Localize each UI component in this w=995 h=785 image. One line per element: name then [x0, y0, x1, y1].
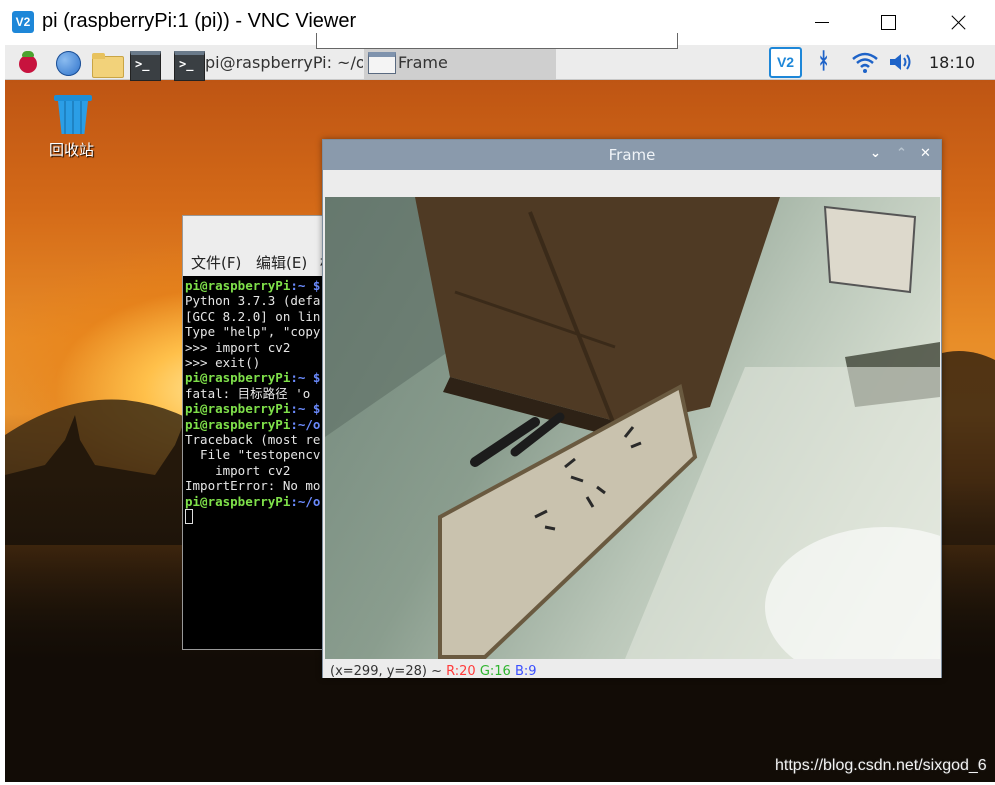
- terminal-line: >>> exit(): [185, 355, 341, 370]
- taskbar: >_ >_ pi@raspberryPi: ~/o... Frame V2 ᚼ …: [5, 45, 995, 81]
- cursor-coords: (x=299, y=28) ~: [330, 664, 442, 678]
- line-text: Type "help", "copy: [185, 324, 321, 340]
- frame-close-button[interactable]: ✕: [920, 146, 931, 161]
- frame-minimize-button[interactable]: ⌄: [870, 146, 881, 161]
- terminal-line: pi@raspberryPi:~ $: [185, 278, 341, 293]
- line-text: ImportError: No mo: [185, 478, 321, 494]
- terminal-icon: >_: [173, 48, 205, 81]
- prompt-user: pi@raspberryPi: [185, 370, 291, 386]
- line-text: Traceback (most re: [185, 432, 321, 448]
- line-text: >>> import cv2: [185, 339, 291, 355]
- frame-maximize-button[interactable]: ⌃: [896, 146, 907, 161]
- cursor-line: [185, 509, 341, 525]
- terminal-line: pi@raspberryPi:~/o: [185, 494, 341, 509]
- prompt-path: :~ $: [290, 370, 321, 386]
- menu-file[interactable]: 文件(F): [191, 252, 241, 273]
- vnc-tray-icon[interactable]: V2: [769, 47, 802, 78]
- terminal-icon[interactable]: >_: [129, 48, 161, 81]
- line-text: [GCC 8.2.0] on lin: [185, 308, 321, 324]
- trash-label[interactable]: 回收站: [49, 139, 94, 160]
- terminal-prompt-glyph: >_: [135, 57, 150, 71]
- web-browser-icon[interactable]: [53, 48, 83, 78]
- volume-icon[interactable]: [887, 50, 915, 74]
- menu-edit[interactable]: 编辑(E): [256, 252, 307, 273]
- raspberry-menu-icon[interactable]: [13, 48, 43, 78]
- terminal-line: Traceback (most re: [185, 432, 341, 447]
- terminal-line: pi@raspberryPi:~ $: [185, 370, 341, 385]
- prompt-path: :~/o: [290, 416, 321, 432]
- watermark: https://blog.csdn.net/sixgod_6: [775, 757, 987, 774]
- taskbar-item-label: pi@raspberryPi: ~/o...: [205, 53, 363, 72]
- terminal-line: Type "help", "copy: [185, 324, 341, 339]
- vnc-toolbar-popup: [316, 33, 678, 49]
- terminal-line: fatal: 目标路径 'o: [185, 386, 341, 401]
- taskbar-item-label: Frame: [398, 53, 448, 72]
- terminal-line: ImportError: No mo: [185, 478, 341, 493]
- camera-scene: [325, 197, 940, 659]
- frame-title: Frame: [608, 146, 656, 164]
- line-text: Python 3.7.3 (defa: [185, 293, 321, 309]
- bluetooth-icon[interactable]: ᚼ: [817, 49, 830, 74]
- frame-status-bar: (x=299, y=28) ~ R:20 G:16 B:9: [323, 660, 941, 678]
- terminal-prompt-glyph: >_: [179, 57, 194, 71]
- terminal-line: pi@raspberryPi:~ $: [185, 401, 341, 416]
- pixel-info: (x=299, y=28) ~ R:20 G:16 B:9: [330, 664, 537, 678]
- minimize-button[interactable]: [802, 4, 842, 40]
- frame-toolbar: [323, 170, 941, 196]
- frame-window[interactable]: Frame ⌄ ⌃ ✕ (x=299, y=28) ~ R:20 G:16 B:…: [322, 139, 942, 678]
- prompt-user: pi@raspberryPi: [185, 401, 291, 417]
- remote-desktop: >_ >_ pi@raspberryPi: ~/o... Frame V2 ᚼ …: [5, 45, 995, 782]
- camera-image[interactable]: [325, 197, 940, 659]
- close-button[interactable]: [938, 4, 978, 40]
- clock: 18:10: [929, 53, 976, 72]
- maximize-button[interactable]: [868, 4, 908, 40]
- taskbar-item-frame[interactable]: Frame: [364, 46, 556, 79]
- prompt-path: :~ $: [290, 278, 321, 293]
- terminal-line: Python 3.7.3 (defa: [185, 293, 341, 308]
- terminal-window[interactable]: 文件(F) 编辑(E) 标 pi@raspberryPi:~ $Python 3…: [182, 215, 342, 650]
- line-text: File "testopencv: [185, 447, 321, 463]
- terminal-output[interactable]: pi@raspberryPi:~ $ Python 3.7.3 (defa [GCC…: [185, 278, 341, 525]
- prompt-user: pi@raspberryPi: [185, 278, 291, 293]
- line-text: fatal: 目标路径 'o: [185, 385, 311, 401]
- terminal-line: [GCC 8.2.0] on lin: [185, 309, 341, 324]
- terminal-line: >>> import cv2: [185, 340, 341, 355]
- line-text: import cv2: [185, 462, 291, 478]
- wifi-icon[interactable]: [851, 50, 879, 74]
- terminal-line: import cv2: [185, 463, 341, 478]
- terminal-menu-bar: 文件(F) 编辑(E) 标: [183, 216, 341, 276]
- terminal-line: pi@raspberryPi:~/o: [185, 417, 341, 432]
- taskbar-item-terminal[interactable]: >_ pi@raspberryPi: ~/o...: [169, 46, 363, 81]
- line-text: >>> exit(): [185, 355, 261, 371]
- terminal-line: File "testopencv: [185, 447, 341, 462]
- terminal-cursor: [185, 509, 193, 525]
- file-manager-icon[interactable]: [91, 48, 124, 78]
- prompt-path: :~/o: [290, 493, 321, 509]
- prompt-user: pi@raspberryPi: [185, 416, 291, 432]
- frame-title-bar[interactable]: Frame ⌄ ⌃ ✕: [323, 140, 941, 170]
- blue-value: B:9: [514, 664, 537, 678]
- prompt-path: :~ $: [290, 401, 321, 417]
- green-value: G:16: [479, 664, 511, 678]
- prompt-user: pi@raspberryPi: [185, 493, 291, 509]
- red-value: R:20: [446, 664, 476, 678]
- trash-icon[interactable]: [54, 95, 92, 135]
- window-title: pi (raspberryPi:1 (pi)) - VNC Viewer: [42, 10, 357, 32]
- window-icon: [368, 52, 396, 74]
- vnc-logo-icon: V2: [12, 11, 34, 33]
